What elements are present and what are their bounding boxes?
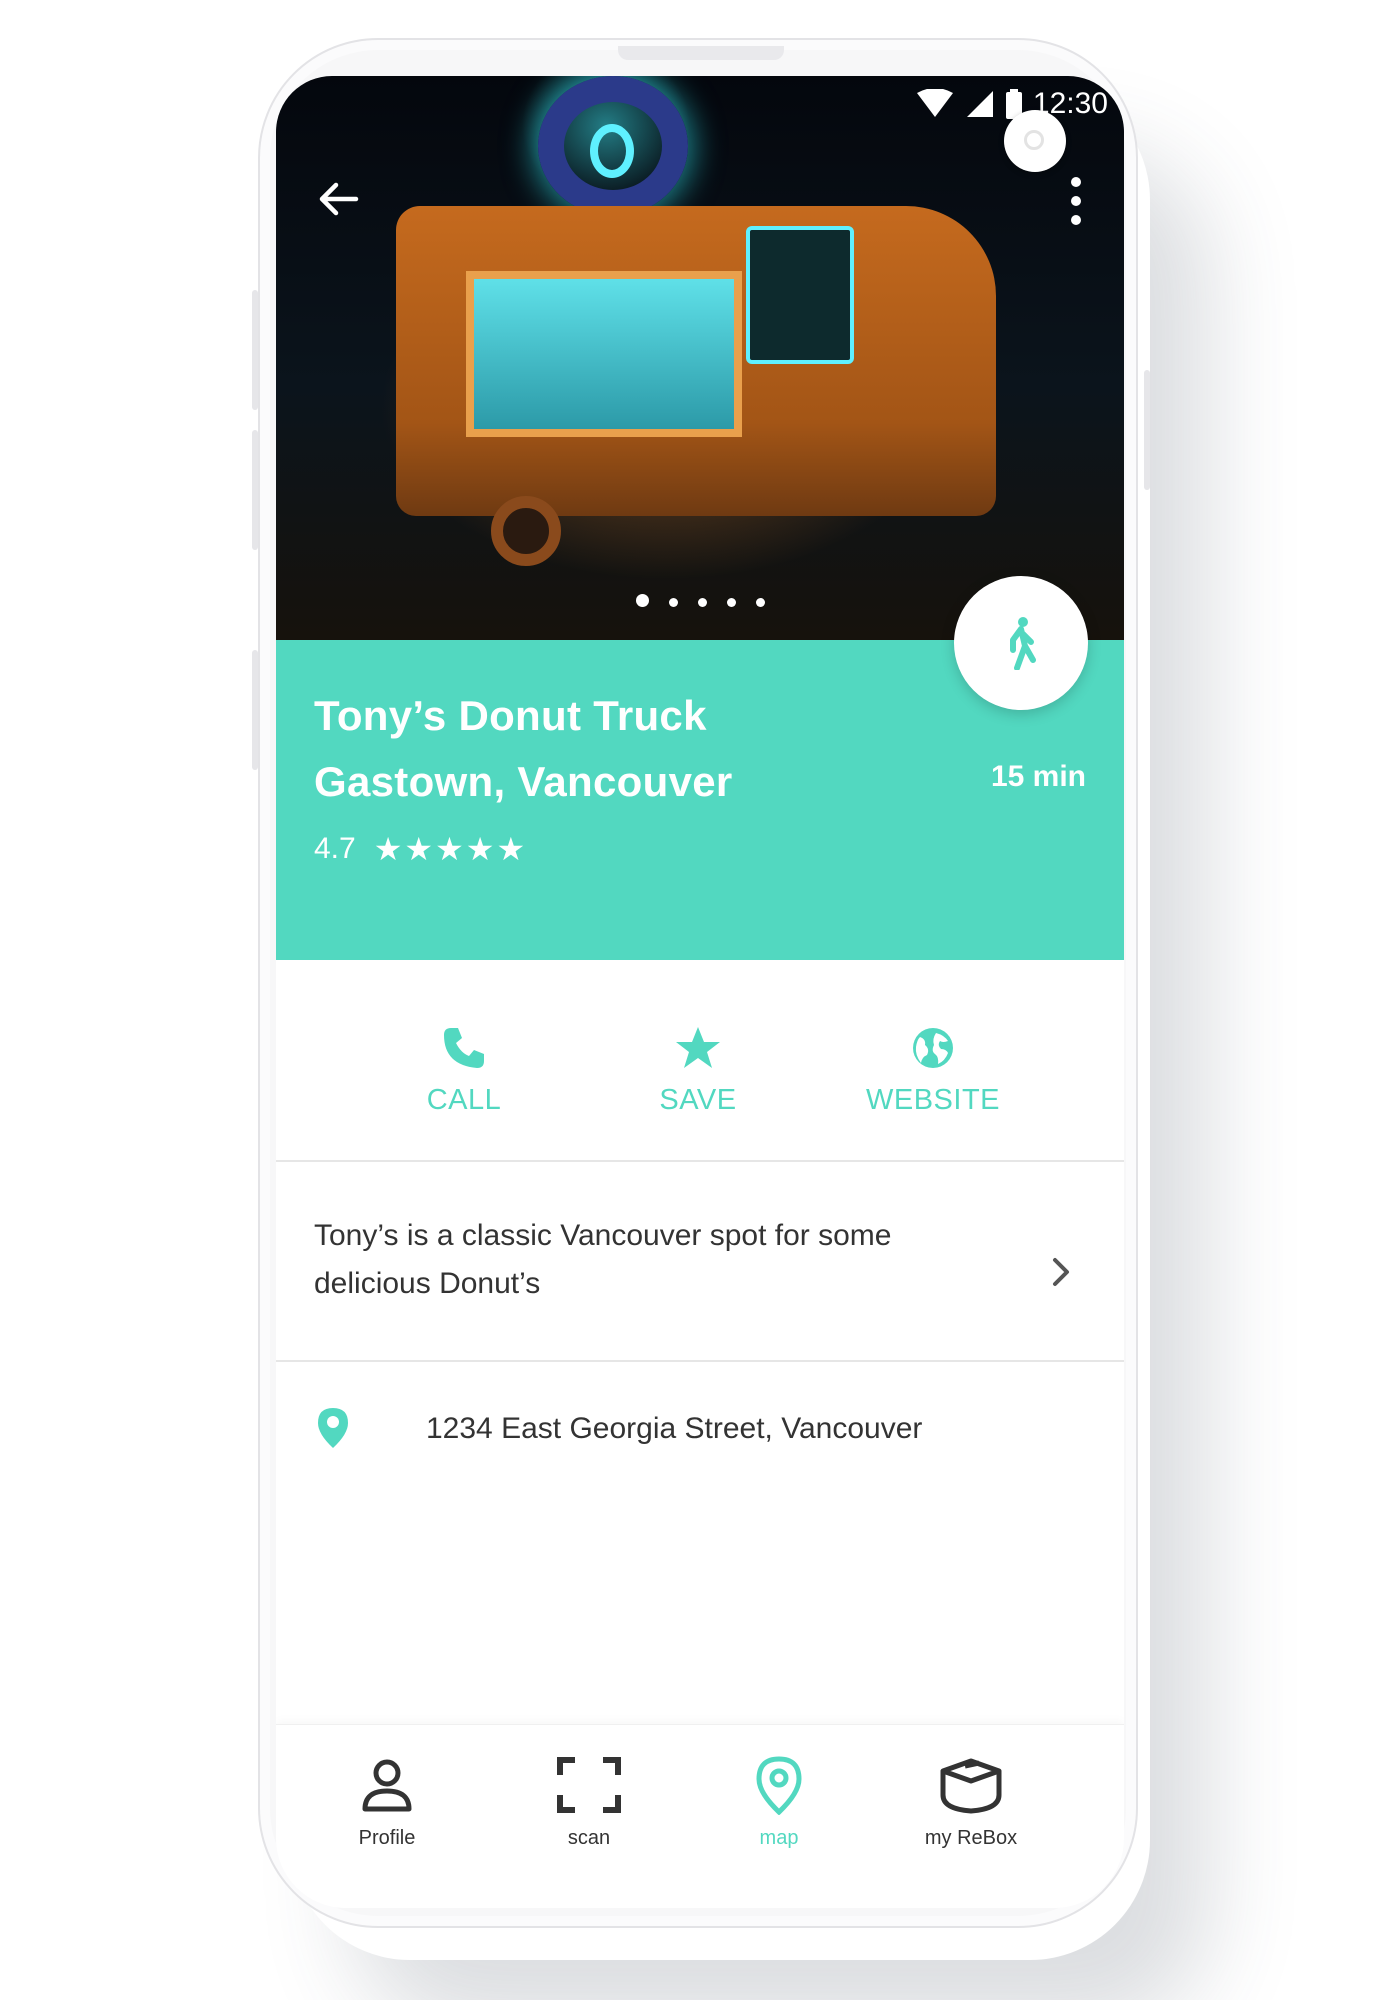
address-row[interactable]: 1234 East Georgia Street, Vancouver: [276, 1362, 1124, 1482]
place-area: Gastown, Vancouver: [314, 758, 733, 805]
truck-window-graphic: [466, 271, 742, 437]
walking-icon: [1010, 617, 1036, 670]
phone-speaker: [618, 46, 784, 60]
nav-label-scan: scan: [567, 1827, 611, 1849]
phone-side-button: [252, 650, 258, 770]
bottom-navigation: Profile scan map my ReBox: [276, 1724, 1124, 1908]
save-button[interactable]: SAVE: [598, 1020, 798, 1117]
chevron-right-icon: [1053, 1258, 1069, 1286]
nav-label-rebox: my ReBox: [924, 1827, 1018, 1849]
front-camera: [1004, 110, 1066, 172]
save-label: SAVE: [659, 1084, 737, 1116]
box-icon: [940, 1758, 1002, 1814]
rating-row: 4.7 ★★★★★: [314, 830, 527, 868]
carousel-dot[interactable]: [755, 598, 765, 607]
star-icon: [676, 1027, 720, 1068]
hero-image[interactable]: 12:30: [276, 76, 1124, 640]
more-options-icon[interactable]: [1056, 174, 1096, 228]
scan-icon: [557, 1757, 621, 1813]
call-label: CALL: [426, 1084, 502, 1116]
profile-icon: [362, 1759, 412, 1812]
nav-label-map: map: [759, 1827, 799, 1849]
carousel-dot[interactable]: [697, 598, 707, 607]
phone-icon: [444, 1028, 484, 1068]
website-button[interactable]: WEBSITE: [833, 1020, 1033, 1117]
website-label: WEBSITE: [865, 1084, 1000, 1116]
address-text: 1234 East Georgia Street, Vancouver: [426, 1412, 923, 1445]
map-pin-icon: [756, 1756, 802, 1815]
app-screen: 12:30 Tony’s Donut Truck Gastown, Vancou…: [276, 76, 1124, 1908]
globe-icon: [913, 1028, 953, 1068]
call-button[interactable]: CALL: [364, 1020, 564, 1117]
place-name: Tony’s Donut Truck: [314, 692, 707, 739]
wifi-icon: [916, 89, 953, 117]
walking-time: 15 min: [990, 760, 1086, 793]
signal-icon: [966, 91, 993, 117]
carousel-dot[interactable]: [726, 598, 736, 607]
nav-item-profile[interactable]: Profile: [302, 1753, 472, 1850]
phone-power-button: [1144, 370, 1150, 490]
nav-item-rebox[interactable]: my ReBox: [886, 1753, 1056, 1850]
phone-volume-button: [252, 290, 258, 410]
walking-directions-button[interactable]: [954, 576, 1088, 710]
description-row[interactable]: Tony’s is a classic Vancouver spot for s…: [276, 1162, 1124, 1362]
carousel-dot[interactable]: [668, 598, 678, 607]
location-pin-icon: [318, 1408, 348, 1448]
back-arrow-icon[interactable]: [314, 174, 364, 224]
status-bar: 12:30: [915, 84, 1108, 124]
nav-item-map[interactable]: map: [694, 1753, 864, 1850]
action-bar: CALL SAVE WEBSITE: [276, 960, 1124, 1162]
nav-label-profile: Profile: [358, 1827, 416, 1849]
donut-sign-graphic: [538, 76, 688, 216]
star-rating-icon: ★★★★★: [373, 831, 528, 867]
phone-volume-button: [252, 430, 258, 550]
truck-menu-board-graphic: [746, 226, 854, 364]
truck-wheel-graphic: [491, 496, 561, 566]
nav-item-scan[interactable]: scan: [504, 1753, 674, 1850]
carousel-dot[interactable]: [635, 594, 649, 607]
description-text: Tony’s is a classic Vancouver spot for s…: [314, 1219, 892, 1300]
rating-value: 4.7: [314, 832, 356, 865]
